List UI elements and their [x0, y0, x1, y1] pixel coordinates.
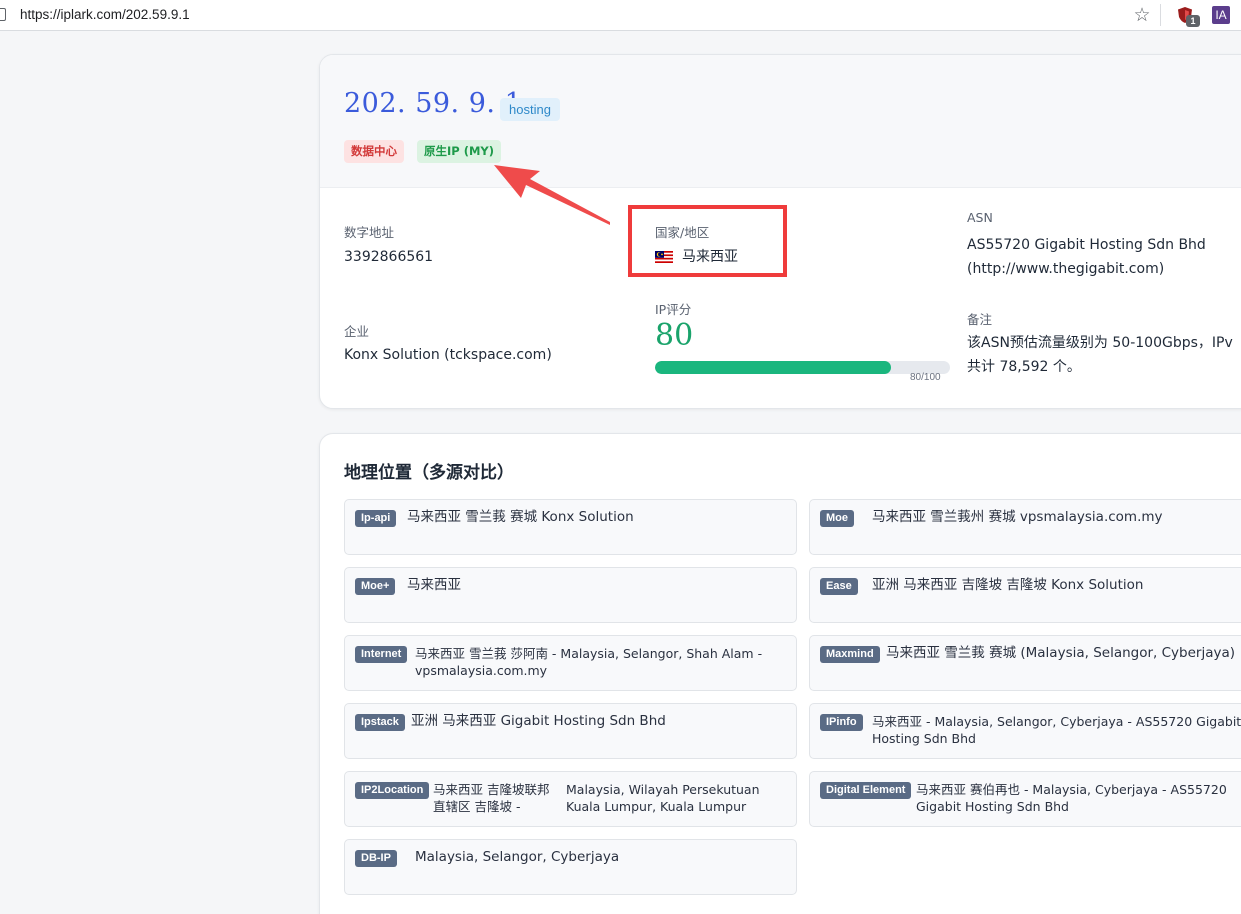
geo-source-maxmind: Maxmind 马来西亚 雪兰莪 赛城 (Malaysia, Selangor,… [809, 635, 1241, 691]
source-badge: Internet [355, 646, 408, 663]
ip-score-bar [655, 361, 950, 374]
source-location: 马来西亚 雪兰莪 赛城 (Malaysia, Selangor, Cyberja… [886, 645, 1236, 661]
asn-value: AS55720 Gigabit Hosting Sdn Bhd [967, 237, 1206, 253]
datacenter-tag: 数据中心 [344, 140, 404, 163]
source-badge: Moe [820, 510, 854, 527]
source-location-line-1: 马来西亚 赛伯再也 - Malaysia, Cyberjaya - AS5572… [916, 782, 1227, 797]
ip-address-title: 202. 59. 9. 1 [344, 88, 523, 119]
source-location-line-3: Malaysia, Wilayah Persekutuan [566, 782, 760, 797]
source-badge: Moe+ [355, 578, 396, 595]
geo-source-ease: Ease 亚洲 马来西亚 吉隆坡 吉隆坡 Konx Solution [809, 567, 1241, 623]
geo-source-ip-api: Ip-api 马来西亚 雪兰莪 赛城 Konx Solution [344, 499, 797, 555]
source-location: 马来西亚 [407, 577, 461, 593]
geo-source-ipinfo: IPinfo 马来西亚 - Malaysia, Selangor, Cyberj… [809, 703, 1241, 759]
note-label: 备注 [967, 312, 993, 327]
geo-location-card: 地理位置（多源对比） Ip-api 马来西亚 雪兰莪 赛城 Konx Solut… [319, 433, 1241, 914]
company-value: Konx Solution (tckspace.com) [344, 347, 552, 363]
source-location: 马来西亚 雪兰莪 赛城 Konx Solution [407, 509, 634, 525]
geo-source-moe: Moe 马来西亚 雪兰莪州 赛城 vpsmalaysia.com.my [809, 499, 1241, 555]
source-badge: Ease [820, 578, 858, 595]
note-line-1: 该ASN预估流量级别为 50-100Gbps，IPv [967, 335, 1233, 351]
bookmark-star-icon[interactable]: ☆ [1131, 4, 1153, 26]
annotation-arrow-icon [494, 165, 610, 225]
toolbar-divider [1160, 4, 1161, 26]
source-location: 马来西亚 雪兰莪州 赛城 vpsmalaysia.com.my [872, 509, 1163, 525]
ip-type-badge: hosting [500, 98, 560, 121]
source-badge: Ip-api [355, 510, 397, 527]
geo-source-internet: Internet 马来西亚 雪兰莪 莎阿南 - Malaysia, Selang… [344, 635, 797, 691]
ip-score-label: IP评分 [655, 302, 692, 317]
source-badge: Ipstack [355, 714, 405, 731]
ip-score-value: 80 [655, 318, 694, 353]
geo-source-digital-element: Digital Element 马来西亚 赛伯再也 - Malaysia, Cy… [809, 771, 1241, 827]
ip-summary-header: 202. 59. 9. 1 hosting 数据中心 原生IP (MY) [320, 55, 1241, 188]
source-badge: IPinfo [820, 714, 863, 731]
geo-source-ip2location: IP2Location 马来西亚 吉隆坡联邦 直辖区 吉隆坡 - Malaysi… [344, 771, 797, 827]
source-location-line-2: Gigabit Hosting Sdn Bhd [916, 799, 1069, 814]
asn-url: (http://www.thegigabit.com) [967, 261, 1165, 277]
ia-extension-icon[interactable]: IA [1212, 6, 1230, 24]
source-badge: IP2Location [355, 782, 430, 799]
note-line-2: 共计 78,592 个。 [967, 359, 1081, 375]
geo-section-title: 地理位置（多源对比） [344, 463, 514, 483]
ip-score-max: 80/100 [910, 372, 941, 383]
source-location-line-2: vpsmalaysia.com.my [415, 663, 548, 678]
source-location-line-4: Kuala Lumpur, Kuala Lumpur [566, 799, 747, 814]
address-bar[interactable]: https://iplark.com/202.59.9.1 [20, 7, 190, 22]
source-badge: DB-IP [355, 850, 397, 867]
site-info-icon[interactable] [0, 8, 6, 21]
source-badge: Digital Element [820, 782, 912, 799]
company-label: 企业 [344, 324, 370, 339]
annotation-highlight-box [628, 205, 787, 277]
geo-source-db-ip: DB-IP Malaysia, Selangor, Cyberjaya [344, 839, 797, 895]
source-location-line-2: 直辖区 吉隆坡 - [433, 799, 521, 814]
geo-source-ipstack: Ipstack 亚洲 马来西亚 Gigabit Hosting Sdn Bhd [344, 703, 797, 759]
source-badge: Maxmind [820, 646, 880, 663]
source-location-line-1: 马来西亚 吉隆坡联邦 [433, 782, 550, 797]
source-location: 亚洲 马来西亚 Gigabit Hosting Sdn Bhd [411, 713, 666, 729]
geo-source-moe-plus: Moe+ 马来西亚 [344, 567, 797, 623]
source-location-line-1: 马来西亚 - Malaysia, Selangor, Cyberjaya - A… [872, 714, 1241, 729]
asn-label: ASN [967, 210, 993, 225]
browser-toolbar: https://iplark.com/202.59.9.1 ☆ 1 IA [0, 0, 1241, 31]
numeric-address-value: 3392866561 [344, 249, 434, 265]
source-location: Malaysia, Selangor, Cyberjaya [415, 849, 620, 865]
extension-count-badge: 1 [1186, 15, 1200, 27]
source-location-line-1: 马来西亚 雪兰莪 莎阿南 - Malaysia, Selangor, Shah … [415, 646, 763, 661]
source-location: 亚洲 马来西亚 吉隆坡 吉隆坡 Konx Solution [872, 577, 1144, 593]
numeric-address-label: 数字地址 [344, 225, 395, 240]
ip-score-bar-fill [655, 361, 891, 374]
source-location-line-2: Hosting Sdn Bhd [872, 731, 976, 746]
